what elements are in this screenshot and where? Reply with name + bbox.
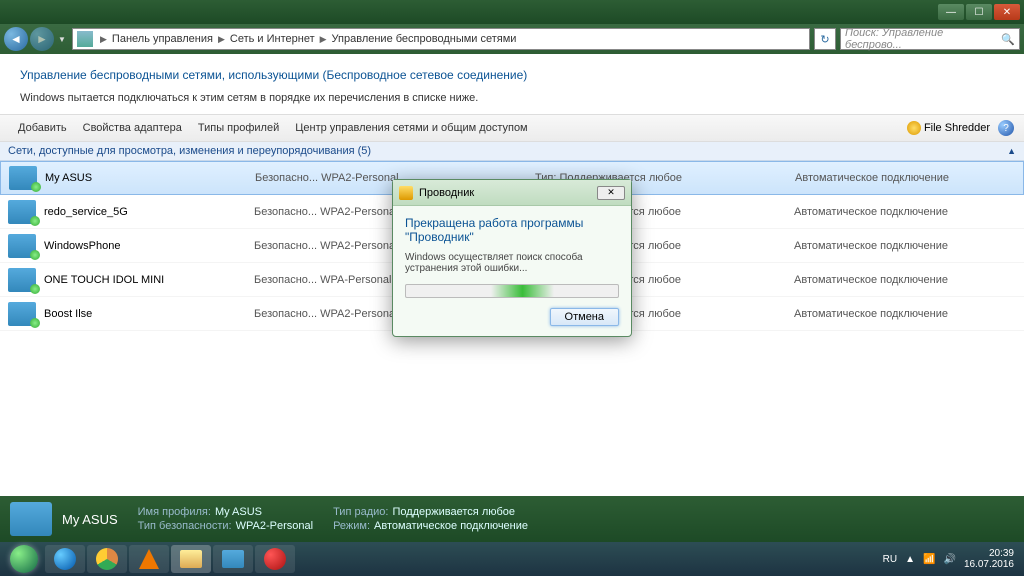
- breadcrumb-seg-0[interactable]: Панель управления: [110, 33, 215, 45]
- profile-label: Имя профиля:: [138, 506, 211, 518]
- task-vlc[interactable]: [129, 545, 169, 573]
- wifi-icon: [8, 234, 36, 258]
- tray-time: 20:39: [964, 548, 1014, 559]
- network-auto: Автоматическое подключение: [794, 240, 1016, 252]
- dialog-heading: Прекращена работа программы "Проводник": [405, 216, 619, 244]
- chrome-icon: [96, 548, 118, 570]
- shredder-icon: [907, 121, 921, 135]
- vlc-icon: [139, 549, 159, 569]
- search-input[interactable]: Поиск: Управление беспрово... 🔍: [840, 28, 1020, 50]
- location-icon: [77, 31, 93, 47]
- profile-value: My ASUS: [215, 506, 262, 518]
- cancel-button[interactable]: Отмена: [550, 308, 619, 326]
- error-dialog: Проводник ✕ Прекращена работа программы …: [392, 179, 632, 337]
- toolbar: Добавить Свойства адаптера Типы профилей…: [0, 114, 1024, 142]
- breadcrumb-seg-2[interactable]: Управление беспроводными сетями: [330, 33, 519, 45]
- network-auto: Автоматическое подключение: [795, 172, 1015, 184]
- details-name: My ASUS: [62, 512, 118, 527]
- chevron-right-icon: ▶: [317, 34, 330, 45]
- windows-orb-icon: [10, 545, 38, 573]
- network-name: My ASUS: [45, 172, 255, 184]
- task-explorer[interactable]: [171, 545, 211, 573]
- file-shredder-item[interactable]: File Shredder: [907, 121, 990, 135]
- chevron-right-icon: ▶: [215, 34, 228, 45]
- task-chrome[interactable]: [87, 545, 127, 573]
- ie-icon: [54, 548, 76, 570]
- details-pane: My ASUS Имя профиля: My ASUS Тип безопасн…: [0, 496, 1024, 542]
- tray-volume-icon[interactable]: 🔊: [943, 554, 955, 565]
- chevron-right-icon: ▶: [97, 34, 110, 45]
- toolbar-profile-types[interactable]: Типы профилей: [190, 122, 287, 134]
- mode-value: Автоматическое подключение: [374, 520, 528, 532]
- start-button[interactable]: [4, 544, 44, 574]
- monitor-icon: [222, 550, 244, 568]
- chevron-up-icon[interactable]: ▲: [1007, 146, 1016, 156]
- toolbar-add[interactable]: Добавить: [10, 122, 75, 134]
- dialog-close-button[interactable]: ✕: [597, 186, 625, 200]
- explorer-icon: [399, 186, 413, 200]
- mode-label: Режим:: [333, 520, 370, 532]
- tray-clock[interactable]: 20:39 16.07.2016: [964, 548, 1014, 570]
- task-ie[interactable]: [45, 545, 85, 573]
- network-name: WindowsPhone: [44, 240, 254, 252]
- dialog-title: Проводник: [419, 187, 474, 199]
- tray-network-icon[interactable]: 📶: [923, 554, 935, 565]
- tray-date: 16.07.2016: [964, 559, 1014, 570]
- wifi-icon: [9, 166, 37, 190]
- help-icon[interactable]: ?: [998, 120, 1014, 136]
- network-auto: Автоматическое подключение: [794, 274, 1016, 286]
- toolbar-adapter-props[interactable]: Свойства адаптера: [75, 122, 190, 134]
- network-name: ONE TOUCH IDOL MINI: [44, 274, 254, 286]
- radio-label: Тип радио:: [333, 506, 388, 518]
- breadcrumb-seg-1[interactable]: Сеть и Интернет: [228, 33, 317, 45]
- wifi-icon: [8, 268, 36, 292]
- tray-flag-icon[interactable]: ▲: [905, 554, 915, 565]
- maximize-button[interactable]: ☐: [966, 4, 992, 20]
- dialog-progress: [405, 284, 619, 298]
- taskbar: RU ▲ 📶 🔊 20:39 16.07.2016: [0, 542, 1024, 576]
- sectype-value: WPA2-Personal: [236, 520, 313, 532]
- close-button[interactable]: ✕: [994, 4, 1020, 20]
- search-placeholder: Поиск: Управление беспрово...: [845, 27, 1001, 51]
- history-dropdown[interactable]: ▼: [56, 29, 68, 49]
- group-header[interactable]: Сети, доступные для просмотра, изменения…: [0, 142, 1024, 161]
- window-titlebar: — ☐ ✕: [0, 0, 1024, 24]
- breadcrumb[interactable]: ▶ Панель управления ▶ Сеть и Интернет ▶ …: [72, 28, 810, 50]
- minimize-button[interactable]: —: [938, 4, 964, 20]
- toolbar-network-center[interactable]: Центр управления сетями и общим доступом: [287, 122, 535, 134]
- page-description: Windows пытается подключаться к этим сет…: [20, 92, 1004, 104]
- group-header-label: Сети, доступные для просмотра, изменения…: [8, 145, 371, 157]
- task-monitor[interactable]: [213, 545, 253, 573]
- file-shredder-label: File Shredder: [924, 122, 990, 134]
- wifi-icon: [8, 302, 36, 326]
- task-app[interactable]: [255, 545, 295, 573]
- tray-lang[interactable]: RU: [883, 554, 897, 565]
- back-button[interactable]: ◄: [4, 27, 28, 51]
- network-name: Boost Ilse: [44, 308, 254, 320]
- network-icon: [10, 502, 52, 536]
- network-auto: Автоматическое подключение: [794, 308, 1016, 320]
- forward-button[interactable]: ►: [30, 27, 54, 51]
- page-title: Управление беспроводными сетями, использ…: [20, 68, 1004, 82]
- search-icon: 🔍: [1001, 33, 1015, 46]
- network-auto: Автоматическое подключение: [794, 206, 1016, 218]
- dialog-titlebar[interactable]: Проводник ✕: [393, 180, 631, 206]
- dialog-text: Windows осуществляет поиск способа устра…: [405, 252, 619, 274]
- refresh-button[interactable]: ↻: [814, 28, 836, 50]
- radio-value: Поддерживается любое: [392, 506, 515, 518]
- system-tray: RU ▲ 📶 🔊 20:39 16.07.2016: [883, 548, 1020, 570]
- sectype-label: Тип безопасности:: [138, 520, 232, 532]
- navbar: ◄ ► ▼ ▶ Панель управления ▶ Сеть и Интер…: [0, 24, 1024, 54]
- red-app-icon: [264, 548, 286, 570]
- folder-icon: [180, 550, 202, 568]
- wifi-icon: [8, 200, 36, 224]
- network-name: redo_service_5G: [44, 206, 254, 218]
